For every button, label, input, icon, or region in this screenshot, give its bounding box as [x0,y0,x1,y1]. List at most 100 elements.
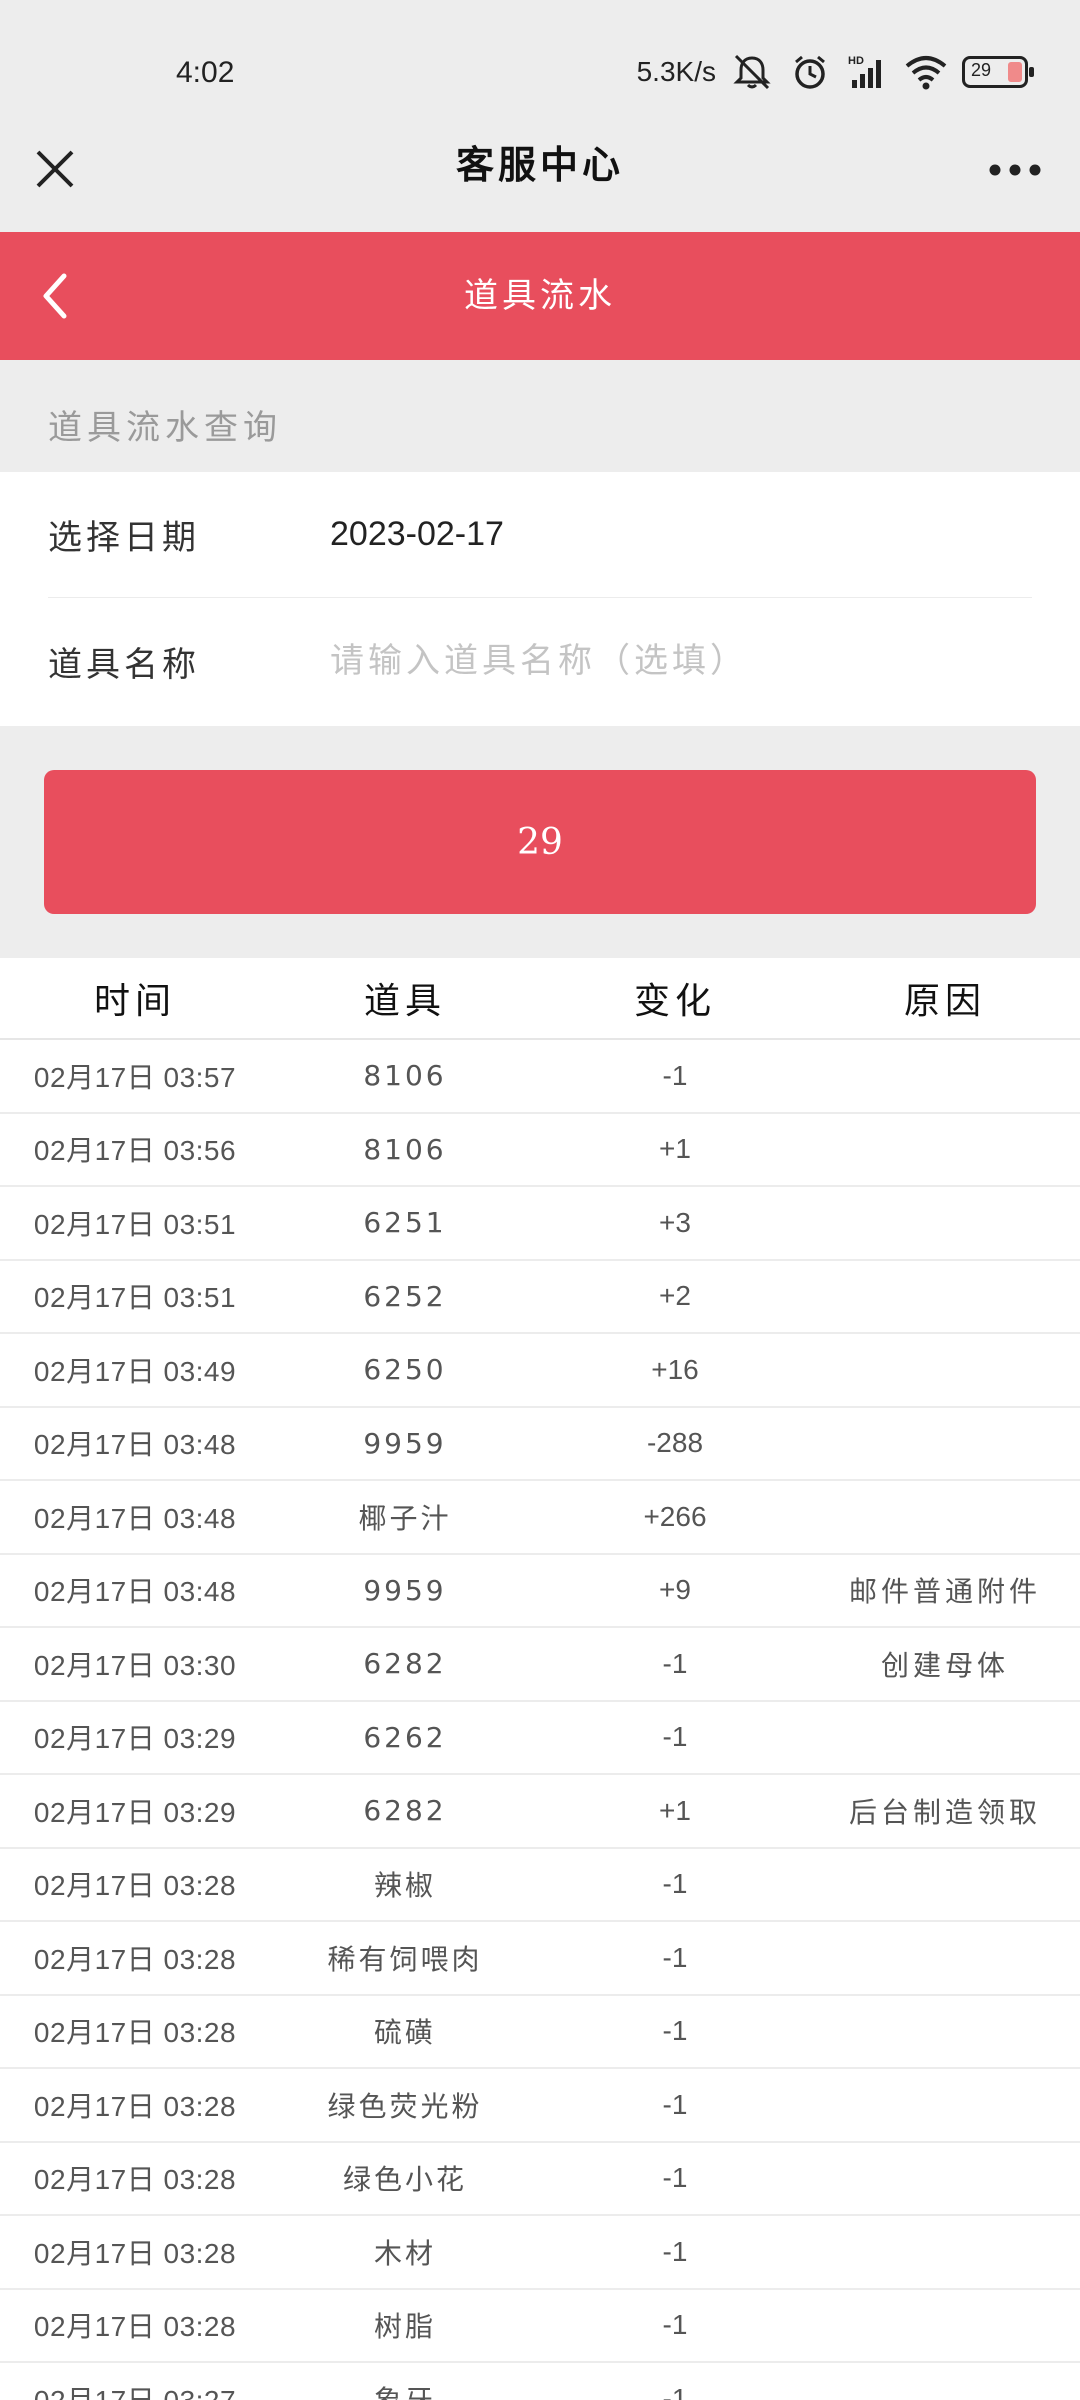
item-cell: 绿色小花 [342,2163,467,2197]
table-row: 02月17日 03:56 8106 +1 [0,1114,1080,1187]
item-cell: 6252 [363,1279,447,1313]
change-cell: +16 [651,1353,699,1385]
change-cell: -1 [662,2235,688,2267]
change-cell: -1 [662,1868,688,1900]
change-cell: -1 [662,1941,688,1973]
change-cell: -1 [662,1721,688,1753]
status-icons: 5.3K/s HD 29 [636,52,1034,92]
time-cell: 02月17日 03:28 [33,2090,237,2122]
table-row: 02月17日 03:28 绿色小花 -1 [0,2143,1080,2216]
change-cell: -1 [662,1059,688,1091]
time-cell: 02月17日 03:28 [33,1870,237,1902]
item-cell: 椰子汁 [358,1501,452,1535]
time-cell: 02月17日 03:28 [33,2237,237,2269]
table-row: 02月17日 03:51 6252 +2 [0,1261,1080,1334]
change-cell: -1 [662,2309,688,2341]
change-cell: -1 [662,2162,688,2194]
item-cell: 6262 [363,1720,447,1754]
page-title: 客服中心 [455,143,624,187]
time-cell: 02月17日 03:28 [33,2311,237,2343]
header-reason: 原因 [903,981,986,1022]
header-item: 道具 [363,981,446,1022]
table-row: 02月17日 03:29 6282 +1 后台制造领取 [0,1775,1080,1849]
item-cell: 辣椒 [373,1869,436,1903]
app-header: 客服中心 [0,140,1080,232]
status-bar: 4:02 5.3K/s HD 29 [0,0,1080,140]
page-title-bar: 道具流水 [0,232,1080,360]
reason-cell: 创建母体 [880,1648,1009,1682]
network-speed: 5.3K/s [636,56,716,87]
battery-level: 29 [971,60,992,80]
item-cell: 象牙 [270,2379,540,2400]
date-label: 选择日期 [48,518,200,558]
date-row[interactable]: 选择日期 2023-02-17 [48,472,1032,598]
time-cell: 02月17日 03:57 [33,1061,237,1093]
change-cell: +2 [659,1280,691,1312]
table-row: 02月17日 03:51 6251 +3 [0,1187,1080,1261]
time-cell: 02月17日 03:29 [33,1723,237,1755]
date-picker[interactable]: 2023-02-17 [330,515,504,554]
header-change: 变化 [633,981,716,1022]
time-cell: 02月17日 03:29 [33,1796,237,1828]
header-time: 时间 [93,981,176,1022]
table-row: 02月17日 03:28 稀有饲喂肉 -1 [0,1922,1080,1996]
table-row: 02月17日 03:48 9959 +9 邮件普通附件 [0,1555,1080,1628]
change-cell: +3 [659,1206,691,1238]
wifi-icon [904,52,948,92]
time-cell: 02月17日 03:48 [33,1502,237,1534]
alarm-icon [788,52,832,92]
item-cell: 9959 [363,1573,447,1607]
item-cell: 稀有饲喂肉 [327,1942,483,1976]
table-row: 02月17日 03:28 木材 -1 [0,2216,1080,2290]
table-row: 02月17日 03:28 绿色荧光粉 -1 [0,2069,1080,2143]
table-row: 02月17日 03:29 6262 -1 [0,1702,1080,1775]
reason-cell: 邮件普通附件 [848,1575,1041,1609]
item-name-input[interactable] [330,641,1010,681]
section-heading: 道具流水 [464,276,616,316]
change-cell: -288 [646,1427,704,1459]
change-cell: +1 [659,1133,691,1165]
query-form: 选择日期 2023-02-17 道具名称 [0,472,1080,726]
table-row: 02月17日 03:27象牙 -1 [0,2363,1080,2400]
change-cell: -1 [662,1647,688,1679]
query-button[interactable]: 29 [44,770,1036,914]
mute-icon [730,52,774,92]
change-cell: -1 [662,2382,688,2400]
reason-cell: 后台制造领取 [848,1795,1041,1829]
time-cell: 02月17日 03:48 [33,1576,237,1608]
more-icon[interactable] [988,162,1042,176]
table-row: 02月17日 03:28 辣椒 -1 [0,1849,1080,1922]
table-row: 02月17日 03:57 8106 -1 [0,1040,1080,1114]
table-header: 时间 道具 变化 原因 [0,958,1080,1040]
item-cell: 8106 [363,1059,447,1093]
item-cell: 树脂 [373,2310,436,2344]
item-cell: 6282 [363,1794,447,1828]
change-cell: +1 [659,1794,691,1826]
hd-signal-icon: HD [846,52,890,92]
change-cell: +9 [659,1574,691,1606]
item-cell: 6251 [363,1206,447,1240]
item-name-label: 道具名称 [48,644,200,685]
table-body: 02月17日 03:57 8106 -1 02月17日 03:56 8106 +1 02月1… [0,1040,1080,2400]
time-cell: 02月17日 03:28 [33,2164,237,2196]
item-name-row: 道具名称 [48,598,1032,724]
time-cell: 02月17日 03:28 [33,2017,237,2049]
change-cell: -1 [662,2015,688,2047]
table-row: 02月17日 03:48 椰子汁 +266 [0,1481,1080,1555]
status-time: 4:02 [176,56,235,89]
change-cell: +266 [643,1500,707,1532]
table-row: 02月17日 03:48 9959 -288 [0,1408,1080,1481]
item-cell: 6250 [363,1353,447,1387]
table-row: 02月17日 03:28 硫磺 -1 [0,1996,1080,2069]
table-row: 02月17日 03:30 6282 -1 创建母体 [0,1628,1080,1702]
table-row: 02月17日 03:49 6250 +16 [0,1334,1080,1408]
item-cell: 6282 [363,1647,447,1681]
item-cell: 8106 [363,1132,447,1166]
change-cell: -1 [662,2088,688,2120]
item-cell: 木材 [373,2236,436,2270]
time-cell: 02月17日 03:30 [33,1649,237,1681]
time-cell: 02月17日 03:51 [33,1282,237,1314]
query-section-title: 道具流水查询 [48,408,282,448]
svg-text:HD: HD [848,55,864,67]
time-cell: 02月17日 03:56 [33,1135,237,1167]
